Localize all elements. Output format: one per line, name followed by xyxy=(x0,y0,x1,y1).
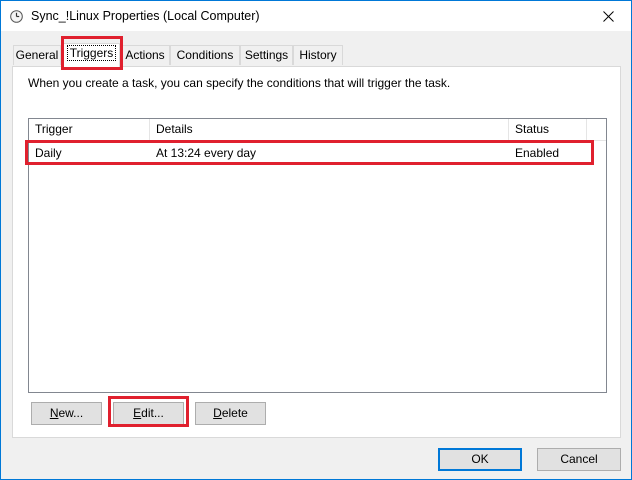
cell-trigger: Daily xyxy=(35,146,62,160)
tab-history[interactable]: History xyxy=(293,45,343,65)
column-header-trigger[interactable]: Trigger xyxy=(29,119,150,140)
triggers-description: When you create a task, you can specify … xyxy=(28,76,451,90)
new-button[interactable]: New... xyxy=(31,402,102,425)
tab-strip: General Triggers Actions Conditions Sett… xyxy=(13,43,623,67)
edit-button[interactable]: Edit... xyxy=(113,402,184,425)
title-bar[interactable]: Sync_!Linux Properties (Local Computer) xyxy=(1,1,631,31)
column-header-status[interactable]: Status xyxy=(509,119,587,140)
cell-status: Enabled xyxy=(515,146,560,160)
ok-button[interactable]: OK xyxy=(438,448,522,471)
tab-label: Conditions xyxy=(176,48,234,62)
task-clock-icon xyxy=(10,10,23,23)
tab-conditions[interactable]: Conditions xyxy=(170,45,240,65)
tab-label: General xyxy=(15,48,59,62)
cell-details: At 13:24 every day xyxy=(156,146,257,160)
tab-actions[interactable]: Actions xyxy=(120,45,170,65)
properties-dialog: Sync_!Linux Properties (Local Computer) … xyxy=(0,0,632,480)
tab-label: Triggers xyxy=(66,45,117,61)
column-header-details[interactable]: Details xyxy=(150,119,509,140)
close-icon xyxy=(602,10,614,22)
cancel-button[interactable]: Cancel xyxy=(537,448,621,471)
tab-label: Settings xyxy=(244,48,289,62)
tab-label: Actions xyxy=(125,48,165,62)
tab-label: History xyxy=(299,48,337,62)
list-header: Trigger Details Status xyxy=(29,119,606,141)
close-button[interactable] xyxy=(585,1,631,31)
tab-settings[interactable]: Settings xyxy=(240,45,293,65)
tab-triggers[interactable]: Triggers xyxy=(63,43,120,67)
triggers-list[interactable]: Trigger Details Status Daily At 13:24 ev… xyxy=(28,118,607,393)
tab-general[interactable]: General xyxy=(13,45,61,65)
delete-button[interactable]: Delete xyxy=(195,402,266,425)
table-row[interactable]: Daily At 13:24 every day Enabled xyxy=(29,142,606,164)
window-title: Sync_!Linux Properties (Local Computer) xyxy=(31,9,260,23)
